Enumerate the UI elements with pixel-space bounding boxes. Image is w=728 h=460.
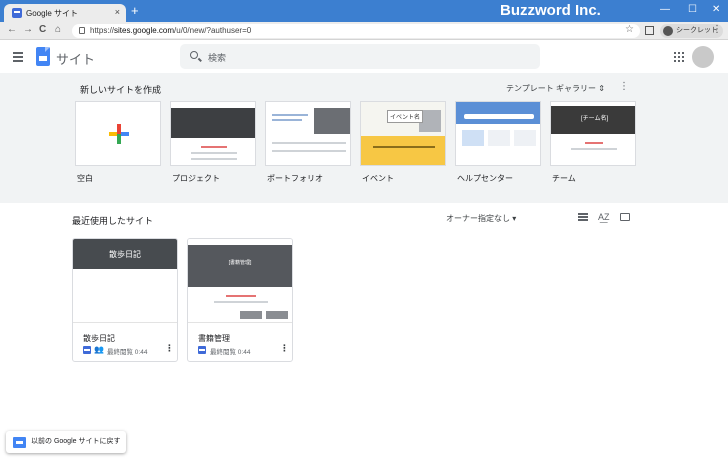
template-project[interactable] <box>170 101 256 166</box>
hamburger-menu-icon[interactable] <box>13 52 23 64</box>
browser-menu-icon[interactable]: ⋮ <box>712 24 722 35</box>
site-name: 書籍管理 <box>198 334 230 343</box>
classic-sites-icon <box>13 437 26 448</box>
recent-sites-heading: 最近使用したサイト <box>72 216 154 226</box>
template-label: ヘルプセンター <box>457 174 513 183</box>
plus-icon <box>109 124 129 144</box>
owner-filter-dropdown[interactable]: オーナー指定なし ▾ <box>446 213 516 224</box>
last-opened: 最終閲覧 0:44 <box>107 349 148 356</box>
template-label: チーム <box>552 174 576 183</box>
back-button[interactable]: ← <box>7 24 17 35</box>
shared-users-icon: 👥 <box>94 345 104 354</box>
template-label: イベント <box>362 174 394 183</box>
folder-icon[interactable] <box>620 213 630 221</box>
team-preview-title: [チーム名] <box>581 116 609 122</box>
search-icon[interactable] <box>190 51 198 59</box>
expand-icon: ⇕ <box>598 84 605 93</box>
google-sites-favicon-icon <box>12 8 22 18</box>
new-tab-button[interactable]: + <box>131 4 139 18</box>
browser-window: Google サイト × + Buzzword Inc. — ☐ ✕ ← → C… <box>0 0 728 460</box>
template-blank[interactable] <box>75 101 161 166</box>
browser-tab[interactable]: Google サイト × <box>4 4 126 22</box>
address-toolbar: ← → C ⌂ https://sites.google.com/u/0/new… <box>0 22 728 40</box>
event-preview-title: イベント名 <box>387 110 424 123</box>
site-more-icon[interactable]: ⋮ <box>165 343 174 354</box>
app-title: サイト <box>56 52 96 67</box>
forward-button[interactable]: → <box>23 24 33 35</box>
title-bar: Google サイト × + Buzzword Inc. — ☐ ✕ <box>0 0 728 22</box>
home-button[interactable]: ⌂ <box>55 24 61 35</box>
sort-az-icon[interactable]: A͟Z <box>598 212 610 222</box>
search-box[interactable]: 検索 <box>180 44 540 69</box>
sites-logo-icon[interactable] <box>36 47 50 66</box>
site-name: 散歩日記 <box>83 334 115 343</box>
template-event[interactable]: イベント名 <box>360 101 446 166</box>
search-placeholder: 検索 <box>208 53 227 63</box>
site-more-icon[interactable]: ⋮ <box>280 343 289 354</box>
omnibox[interactable]: https://sites.google.com/u/0/new/?authus… <box>72 24 640 38</box>
template-help-center[interactable] <box>455 101 541 166</box>
tab-close-icon[interactable]: × <box>115 7 120 17</box>
avatar[interactable] <box>692 46 714 68</box>
site-card[interactable]: [書籍管理] 書籍管理 最終閲覧 0:44 ⋮ <box>187 238 293 362</box>
maximize-button[interactable]: ☐ <box>688 4 697 15</box>
tab-title: Google サイト <box>26 9 79 18</box>
reload-button[interactable]: C <box>39 24 46 35</box>
lock-icon <box>79 27 85 34</box>
site-banner-title: [書籍管理] <box>228 260 252 266</box>
url-text: https://sites.google.com/u/0/new/?authus… <box>90 26 252 35</box>
template-team[interactable]: [チーム名] <box>550 101 636 166</box>
site-thumbnail: [書籍管理] <box>188 239 292 323</box>
app-header: サイト 検索 <box>0 41 728 73</box>
template-label: プロジェクト <box>172 174 220 183</box>
close-window-button[interactable]: ✕ <box>712 4 720 15</box>
more-options-icon[interactable]: ⋮ <box>619 81 629 92</box>
apps-grid-icon[interactable] <box>674 52 684 62</box>
site-card[interactable]: 散歩日記 散歩日記 👥 最終閲覧 0:44 ⋮ <box>72 238 178 362</box>
template-label: ポートフォリオ <box>267 174 323 183</box>
list-view-icon[interactable] <box>578 213 588 221</box>
sites-file-icon <box>198 346 206 354</box>
create-site-heading: 新しいサイトを作成 <box>80 85 162 95</box>
site-banner-title: 散歩日記 <box>109 250 141 259</box>
template-label: 空白 <box>77 174 93 183</box>
legacy-link-label: 以前の Google サイトに戻す <box>31 438 121 445</box>
last-opened: 最終閲覧 0:44 <box>210 349 251 356</box>
template-gallery: 新しいサイトを作成 テンプレート ギャラリー ⇕ ⋮ 空白 プロジェクト ポート… <box>0 73 728 203</box>
side-panel-icon[interactable] <box>645 26 654 35</box>
minimize-button[interactable]: — <box>660 4 670 15</box>
star-icon[interactable]: ☆ <box>625 24 634 35</box>
template-gallery-toggle[interactable]: テンプレート ギャラリー ⇕ <box>506 83 605 94</box>
brand-watermark: Buzzword Inc. <box>500 2 601 19</box>
sites-file-icon <box>83 346 91 354</box>
template-portfolio[interactable] <box>265 101 351 166</box>
legacy-sites-link[interactable]: 以前の Google サイトに戻す <box>6 431 126 453</box>
site-thumbnail: 散歩日記 <box>73 239 177 323</box>
